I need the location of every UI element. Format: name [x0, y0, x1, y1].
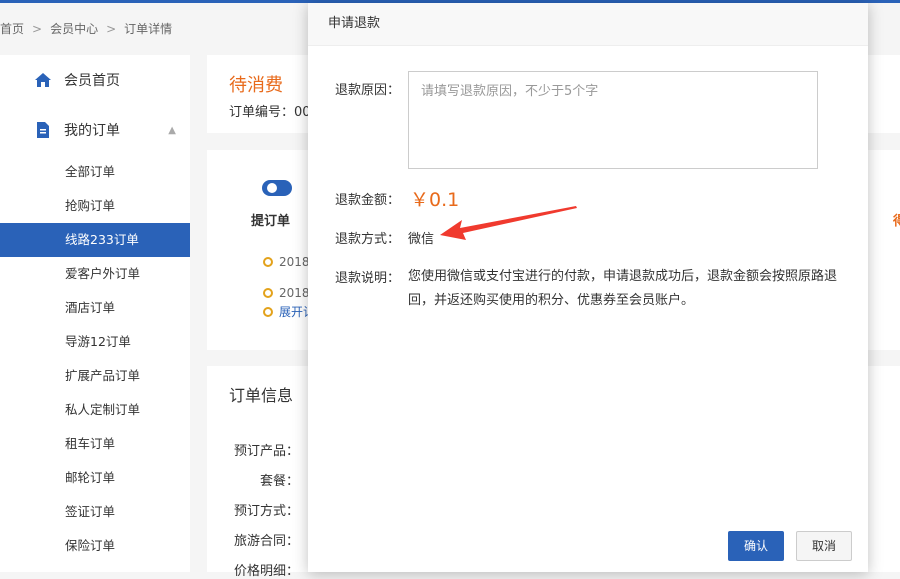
modal-title: 申请退款	[308, 3, 868, 46]
confirm-button[interactable]: 确认	[728, 531, 784, 561]
refund-note-label: 退款说明：	[334, 271, 400, 286]
refund-reason-label: 退款原因：	[334, 83, 400, 98]
refund-reason-input[interactable]	[408, 71, 818, 169]
cancel-button[interactable]: 取消	[796, 531, 852, 561]
refund-method-label: 退款方式：	[334, 232, 400, 247]
refund-modal: 申请退款 退款原因： 退款金额： ￥0.1 退款方式： 微信 退款说明： 您使用…	[308, 3, 868, 572]
refund-note-text: 您使用微信或支付宝进行的付款，申请退款成功后，退款金额会按照原路退回，并返还购买…	[408, 269, 838, 308]
annotation-arrow-icon	[440, 206, 577, 240]
refund-amount-label: 退款金额：	[334, 193, 400, 208]
refund-method-value: 微信	[408, 232, 435, 247]
